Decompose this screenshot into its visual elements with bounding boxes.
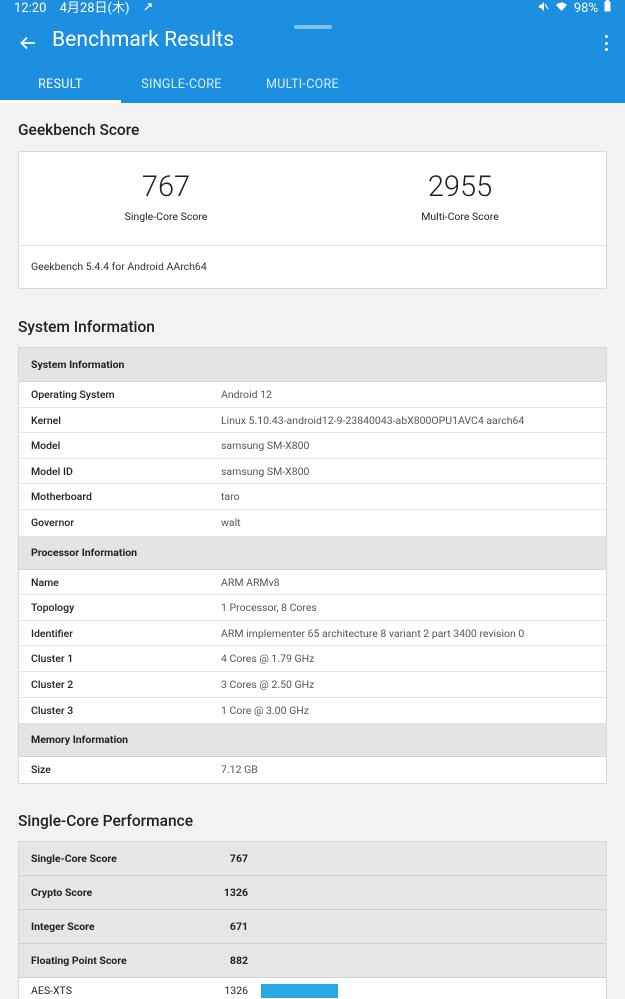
multi-core-score-value: 2955 <box>427 170 493 204</box>
info-value: Linux 5.10.43-android12-9-23840043-abX80… <box>221 413 525 427</box>
back-arrow-icon[interactable] <box>14 30 42 56</box>
info-row: Operating System Android 12 <box>19 382 606 408</box>
info-value: 3 Cores @ 2.50 GHz <box>221 677 315 691</box>
mute-icon <box>538 0 549 18</box>
info-value: taro <box>221 490 240 504</box>
system-information-heading: System Information <box>18 318 155 336</box>
more-options-icon[interactable] <box>601 32 611 54</box>
info-row: Topology 1 Processor, 8 Cores <box>19 595 606 621</box>
info-row: Identifier ARM implementer 65 architectur… <box>19 621 606 647</box>
info-row: Model samsung SM-X800 <box>19 433 606 459</box>
perf-value: 1326 <box>223 886 248 899</box>
perf-value: 882 <box>229 954 248 967</box>
info-value: ARM ARMv8 <box>221 575 280 589</box>
perf-key: Integer Score <box>31 920 95 933</box>
tab-bar: RESULT SINGLE-CORE MULTI-CORE <box>0 70 625 103</box>
info-row: Model ID samsung SM-X800 <box>19 459 606 485</box>
battery-icon <box>604 0 611 18</box>
score-row: 767 Single-Core Score 2955 Multi-Core Sc… <box>19 152 606 246</box>
info-key: Topology <box>31 601 75 615</box>
geekbench-version: Geekbench 5.4.4 for Android AArch64 <box>31 260 207 273</box>
system-info-table: System Information Operating System Andro… <box>18 347 607 784</box>
status-date: 4月28日(木) <box>59 1 130 16</box>
info-row: Cluster 2 3 Cores @ 2.50 GHz <box>19 672 606 698</box>
tab-single-core[interactable]: SINGLE-CORE <box>121 70 242 103</box>
info-key: Identifier <box>31 626 74 640</box>
group-memory-information: Memory Information <box>19 723 606 758</box>
perf-key: Floating Point Score <box>31 954 127 967</box>
info-key: Size <box>31 763 51 777</box>
info-key: Kernel <box>31 413 61 427</box>
multi-core-score-label: Multi-Core Score <box>421 210 499 223</box>
subtest-row[interactable]: AES-XTS 1326 <box>19 978 606 999</box>
perf-row: Single-Core Score 767 <box>19 842 606 876</box>
battery-level: 98% <box>573 1 598 16</box>
wifi-icon <box>555 0 568 18</box>
info-value: 1 Core @ 3.00 GHz <box>221 703 309 717</box>
group-processor-information: Processor Information <box>19 535 606 570</box>
tab-multi-core[interactable]: MULTI-CORE <box>242 70 363 103</box>
single-core-score-label: Single-Core Score <box>124 210 208 223</box>
single-core-score-value: 767 <box>141 170 191 204</box>
single-core-block: 767 Single-Core Score <box>19 170 313 223</box>
info-row: Name ARM ARMv8 <box>19 570 606 596</box>
score-card: 767 Single-Core Score 2955 Multi-Core Sc… <box>18 151 607 289</box>
info-key: Model ID <box>31 464 73 478</box>
info-key: Motherboard <box>31 490 92 504</box>
info-value: ARM implementer 65 architecture 8 varian… <box>221 626 525 640</box>
info-value: samsung SM-X800 <box>221 439 310 453</box>
geekbench-score-heading: Geekbench Score <box>18 121 140 139</box>
info-key: Operating System <box>31 388 115 401</box>
info-key: Name <box>31 575 59 589</box>
multi-core-block: 2955 Multi-Core Score <box>313 170 607 223</box>
info-value: samsung SM-X800 <box>221 464 310 478</box>
perf-key: Crypto Score <box>31 886 93 899</box>
subtest-name: AES-XTS <box>31 984 72 997</box>
status-bar: 12:20 4月28日(木) 98% <box>0 0 625 18</box>
perf-key: Single-Core Score <box>31 852 117 865</box>
status-time: 12:20 <box>14 1 47 16</box>
page-title: Benchmark Results <box>52 28 235 52</box>
tab-result[interactable]: RESULT <box>0 70 121 103</box>
info-value: 4 Cores @ 1.79 GHz <box>221 652 315 666</box>
info-value: walt <box>221 515 241 529</box>
single-core-performance-heading: Single-Core Performance <box>18 812 194 830</box>
perf-row: Crypto Score 1326 <box>19 876 606 910</box>
perf-row: Floating Point Score 882 <box>19 944 606 978</box>
subtest-score: 1326 <box>224 984 248 997</box>
info-row: Cluster 1 4 Cores @ 1.79 GHz <box>19 646 606 672</box>
app-bar: 12:20 4月28日(木) 98% Benchmark Results RES… <box>0 0 625 103</box>
perf-row: Integer Score 671 <box>19 910 606 944</box>
info-row: Size 7.12 GB <box>19 757 606 783</box>
subtest-score-bar <box>261 984 338 998</box>
info-value: 7.12 GB <box>221 763 258 777</box>
info-row: Governor walt <box>19 510 606 536</box>
single-core-performance-table: Single-Core Score 767 Crypto Score 1326 Inte… <box>18 841 607 999</box>
perf-value: 767 <box>229 852 248 865</box>
perf-value: 671 <box>229 920 248 933</box>
info-row: Motherboard taro <box>19 484 606 510</box>
info-key: Governor <box>31 515 75 529</box>
info-key: Cluster 1 <box>31 652 74 666</box>
info-key: Model <box>31 439 61 453</box>
info-value: 1 Processor, 8 Cores <box>221 601 317 615</box>
info-key: Cluster 3 <box>31 703 74 717</box>
info-key: Cluster 2 <box>31 677 74 691</box>
drag-handle[interactable] <box>294 25 332 29</box>
sync-icon <box>143 1 153 16</box>
group-system-information: System Information <box>19 348 606 382</box>
info-row: Kernel Linux 5.10.43-android12-9-23840043… <box>19 408 606 434</box>
info-value: Android 12 <box>221 388 272 401</box>
info-row: Cluster 3 1 Core @ 3.00 GHz <box>19 698 606 724</box>
